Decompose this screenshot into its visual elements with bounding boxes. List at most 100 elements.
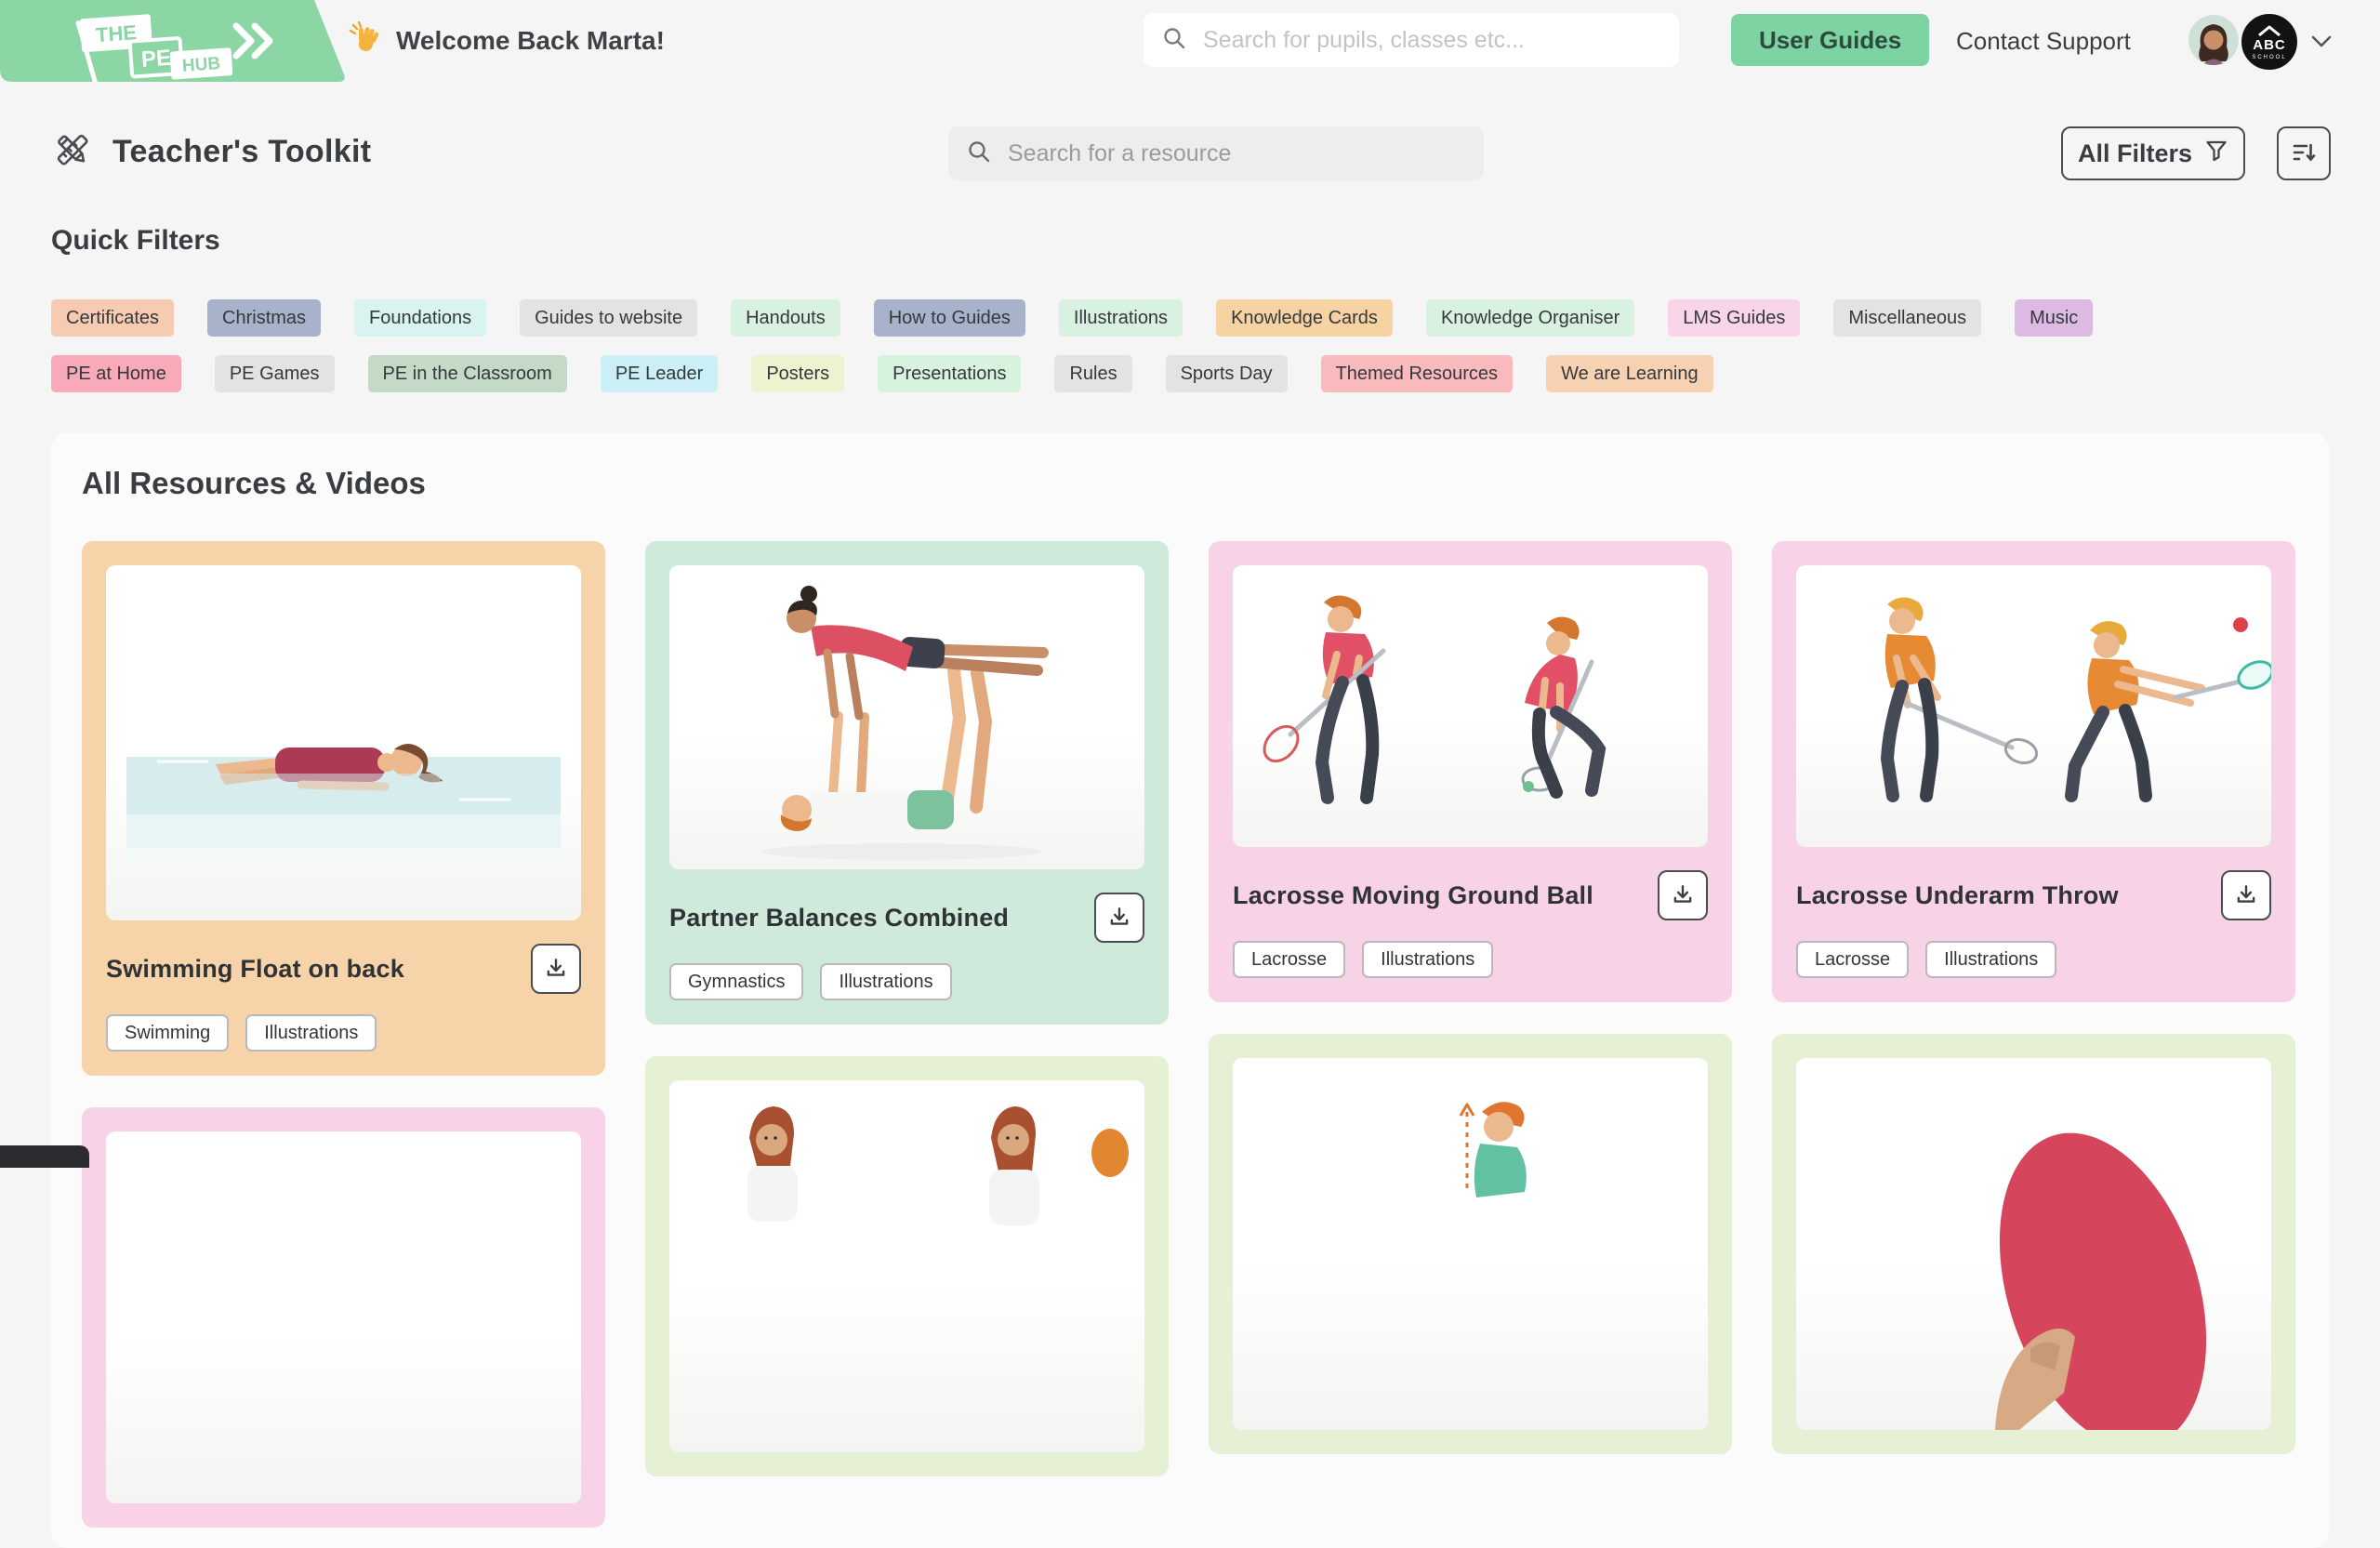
quick-filter-chip[interactable]: Miscellaneous (1833, 299, 1981, 337)
quick-filter-chip[interactable]: We are Learning (1546, 355, 1713, 392)
quick-filter-chip[interactable]: Sports Day (1166, 355, 1288, 392)
resource-card-image (106, 1131, 581, 1503)
cards-column: Lacrosse Moving Ground Ball Lacrosse Illu… (1209, 541, 1732, 1528)
quick-filter-chip[interactable]: Rules (1054, 355, 1131, 392)
resource-tag[interactable]: Illustrations (245, 1014, 377, 1052)
resource-card-tags: Lacrosse Illustrations (1796, 941, 2271, 978)
resource-card-tags: Gymnastics Illustrations (669, 963, 1144, 1000)
resources-heading: All Resources & Videos (82, 466, 426, 501)
resource-tag[interactable]: Illustrations (820, 963, 951, 1000)
resource-tag[interactable]: Illustrations (1925, 941, 2056, 978)
cards-column: Lacrosse Underarm Throw Lacrosse Illustra… (1772, 541, 2295, 1528)
download-button[interactable] (2221, 870, 2271, 920)
download-button[interactable] (531, 944, 581, 994)
download-button[interactable] (1094, 893, 1144, 943)
resource-card[interactable]: Swimming Float on back Swimming Illustrat… (82, 541, 605, 1076)
resource-tag[interactable]: Swimming (106, 1014, 229, 1052)
quick-filter-chip[interactable]: PE Leader (601, 355, 719, 392)
quick-filter-chip[interactable]: Music (2015, 299, 2093, 337)
resource-cards-grid: Swimming Float on back Swimming Illustrat… (82, 541, 2295, 1528)
resource-card[interactable] (82, 1107, 605, 1528)
resource-card-title: Swimming Float on back (106, 955, 404, 984)
svg-text:PE: PE (140, 46, 172, 73)
resource-search[interactable] (948, 126, 1484, 180)
resource-card-image (106, 565, 581, 920)
quick-filter-chip[interactable]: Knowledge Organiser (1426, 299, 1634, 337)
global-search-input[interactable] (1201, 26, 1660, 55)
resource-card[interactable]: Partner Balances Combined Gymnastics Illu… (645, 541, 1169, 1025)
account-chevron-icon[interactable] (2311, 35, 2332, 53)
resource-card-image (669, 1080, 1144, 1452)
svg-text:HUB: HUB (181, 54, 221, 76)
download-icon (1107, 905, 1131, 932)
resource-card-image (1233, 1058, 1708, 1430)
filter-icon (2204, 139, 2228, 169)
resource-card[interactable] (1209, 1034, 1732, 1454)
search-icon (967, 139, 991, 168)
resource-card-tags: Lacrosse Illustrations (1233, 941, 1708, 978)
quick-filter-row: Certificates Christmas Foundations Guides t… (51, 299, 2093, 337)
download-button[interactable] (1658, 870, 1708, 920)
quick-filters-heading: Quick Filters (51, 225, 220, 257)
resource-card[interactable]: Lacrosse Moving Ground Ball Lacrosse Illu… (1209, 541, 1732, 1002)
resource-card-image (1796, 565, 2271, 847)
quick-filter-chip[interactable]: Guides to website (520, 299, 697, 337)
quick-filter-chip[interactable]: Illustrations (1059, 299, 1183, 337)
resource-card[interactable] (1772, 1034, 2295, 1454)
pe-hub-logo[interactable]: THE PE HUB (0, 0, 353, 82)
resources-panel: All Resources & Videos Swimming Float on… (51, 432, 2329, 1548)
download-icon (544, 956, 568, 983)
cards-column: Swimming Float on back Swimming Illustrat… (82, 541, 605, 1528)
svg-text:SCHOOL: SCHOOL (2252, 55, 2286, 60)
all-filters-button[interactable]: All Filters (2061, 126, 2245, 180)
resource-tag[interactable]: Lacrosse (1796, 941, 1909, 978)
resource-card-title: Lacrosse Underarm Throw (1796, 881, 2119, 910)
quick-filter-chip[interactable]: Certificates (51, 299, 174, 337)
page-title: Teacher's Toolkit (112, 134, 371, 170)
search-icon (1162, 26, 1186, 55)
resource-card-title: Partner Balances Combined (669, 904, 1009, 933)
quick-filter-chip[interactable]: PE in the Classroom (368, 355, 567, 392)
quick-filter-chip[interactable]: Christmas (207, 299, 321, 337)
browser-status-pill (0, 1145, 89, 1168)
quick-filter-chip[interactable]: Foundations (354, 299, 486, 337)
resource-card[interactable] (645, 1056, 1169, 1476)
quick-filter-chip[interactable]: Themed Resources (1321, 355, 1514, 392)
resource-card[interactable]: Lacrosse Underarm Throw Lacrosse Illustra… (1772, 541, 2295, 1002)
wave-hand-icon (348, 21, 381, 61)
resource-card-image (669, 565, 1144, 869)
global-search[interactable] (1144, 13, 1679, 67)
quick-filter-chip[interactable]: Presentations (878, 355, 1021, 392)
resource-tag[interactable]: Illustrations (1362, 941, 1493, 978)
quick-filter-chip[interactable]: PE at Home (51, 355, 181, 392)
resource-tag[interactable]: Lacrosse (1233, 941, 1345, 978)
download-icon (1671, 882, 1695, 909)
school-badge[interactable]: ABC SCHOOL (2239, 11, 2300, 73)
svg-text:ABC: ABC (2253, 37, 2286, 53)
quick-filter-row: PE at Home PE Games PE in the Classroom PE … (51, 355, 1713, 392)
quick-filter-chip[interactable]: Handouts (731, 299, 840, 337)
user-avatar[interactable] (2188, 15, 2239, 65)
resource-search-input[interactable] (1006, 139, 1465, 168)
quick-filter-chip[interactable]: How to Guides (874, 299, 1025, 337)
quick-filter-chip[interactable]: PE Games (215, 355, 335, 392)
resource-tag[interactable]: Gymnastics (669, 963, 803, 1000)
all-filters-label: All Filters (2078, 139, 2192, 168)
resource-card-image (1796, 1058, 2271, 1430)
top-header: THE PE HUB (0, 0, 2380, 82)
user-guides-button[interactable]: User Guides (1731, 14, 1929, 66)
sort-button[interactable] (2277, 126, 2331, 180)
quick-filter-chip[interactable]: Knowledge Cards (1216, 299, 1393, 337)
resource-card-tags: Swimming Illustrations (106, 1014, 581, 1052)
sort-icon (2291, 139, 2317, 168)
quick-filter-chip[interactable]: LMS Guides (1668, 299, 1800, 337)
quick-filter-chip[interactable]: Posters (751, 355, 844, 392)
download-icon (2234, 882, 2258, 909)
cards-column: Partner Balances Combined Gymnastics Illu… (645, 541, 1169, 1528)
page-title-block: Teacher's Toolkit (51, 128, 371, 176)
contact-support-link[interactable]: Contact Support (1956, 0, 2131, 82)
resource-card-image (1233, 565, 1708, 847)
welcome-text: Welcome Back Marta! (396, 26, 665, 56)
toolkit-icon (51, 128, 94, 176)
resource-card-title: Lacrosse Moving Ground Ball (1233, 881, 1593, 910)
